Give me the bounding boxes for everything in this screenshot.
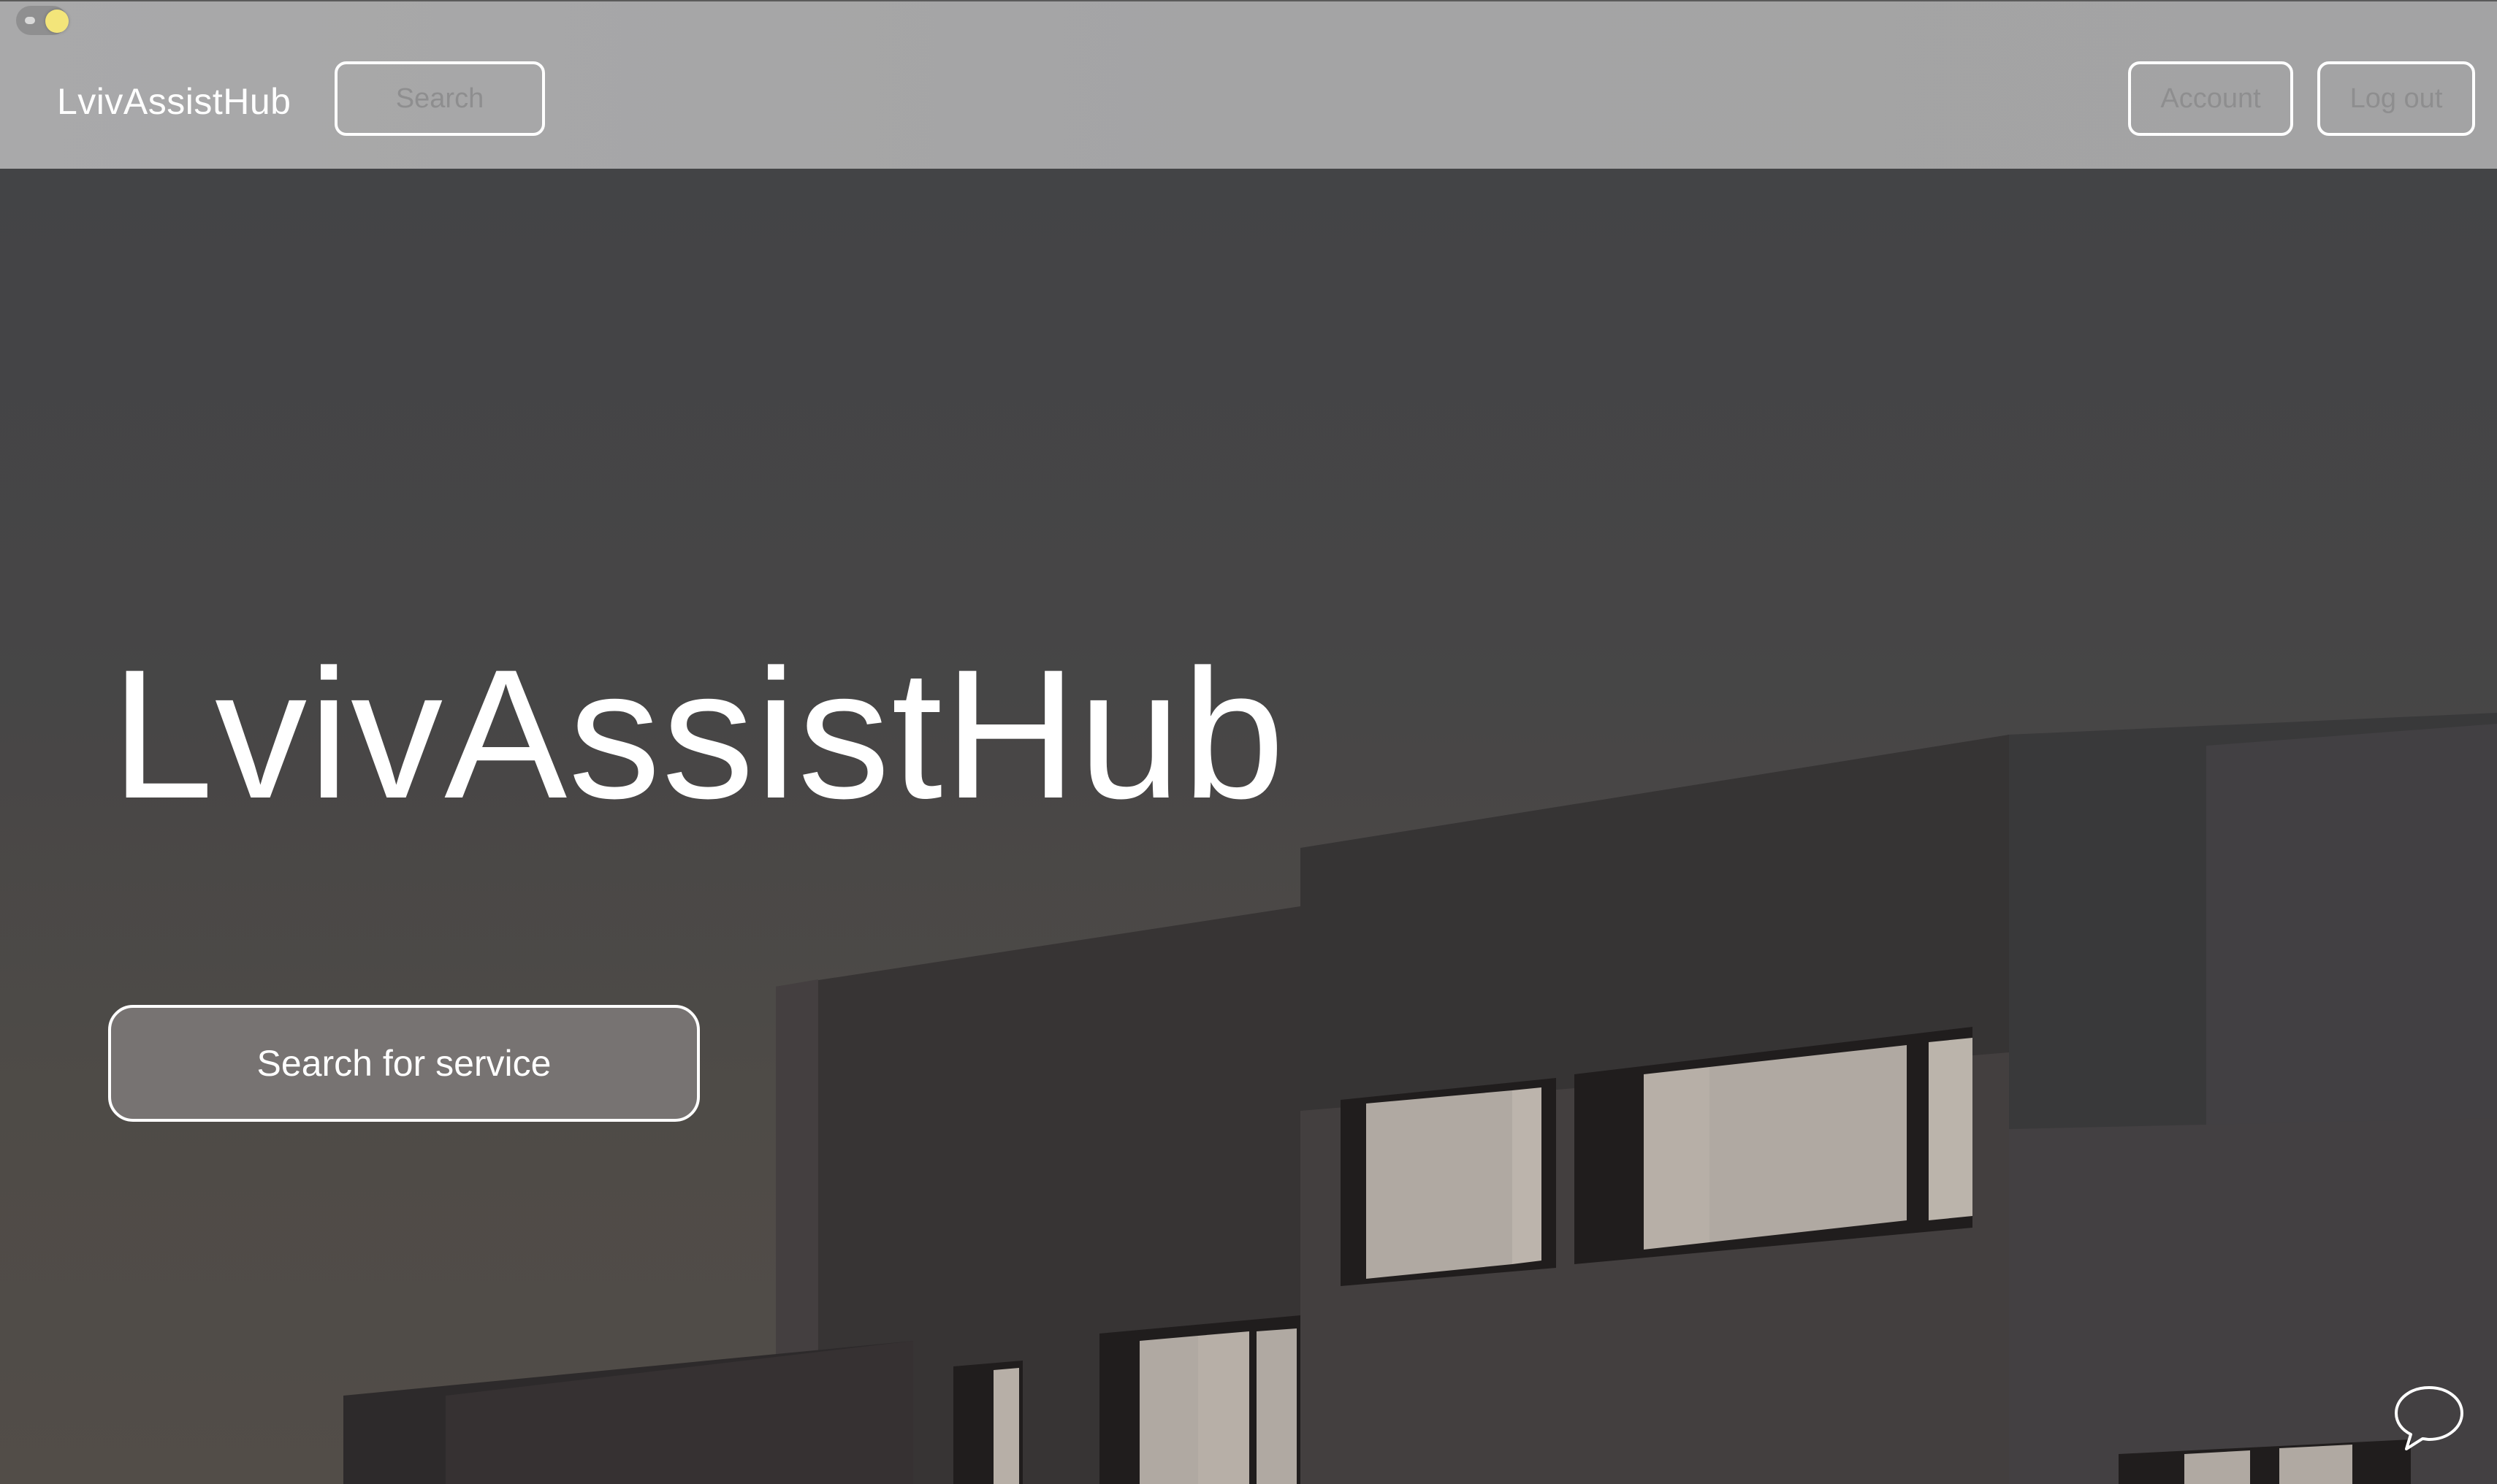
hero-title: LvivAssistHub	[111, 632, 1286, 837]
search-for-service-button[interactable]: Search for service	[108, 1005, 700, 1122]
toggle-track-icon	[25, 17, 35, 24]
account-button[interactable]: Account	[2128, 61, 2293, 136]
chat-bubble-icon[interactable]	[2389, 1379, 2469, 1459]
page: LvivAssistHub Search Account Log out Lvi…	[0, 0, 2497, 1484]
brand-logo-text[interactable]: LvivAssistHub	[57, 80, 291, 123]
theme-toggle[interactable]	[16, 6, 69, 35]
top-navigation-bar: LvivAssistHub Search Account Log out	[0, 0, 2497, 169]
logout-button[interactable]: Log out	[2317, 61, 2475, 136]
search-button[interactable]: Search	[335, 61, 545, 136]
sun-toggle-icon	[45, 9, 69, 33]
